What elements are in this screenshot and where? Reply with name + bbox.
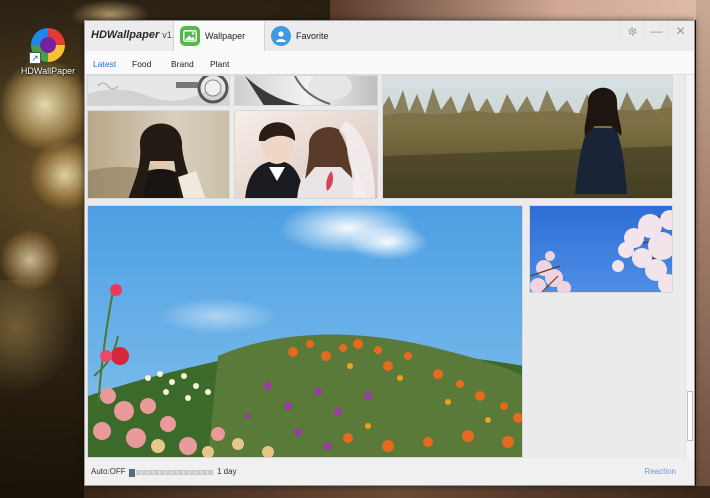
gear-icon xyxy=(628,27,637,35)
slider-handle[interactable] xyxy=(129,469,135,477)
desktop-background-strip xyxy=(84,486,710,498)
settings-button[interactable] xyxy=(620,21,644,41)
reaction-link[interactable]: Reaction xyxy=(644,467,676,476)
background-necklace xyxy=(0,280,80,400)
close-button[interactable]: ✕ xyxy=(668,21,692,41)
wallpaper-thumbnail[interactable] xyxy=(234,75,378,106)
window-controls: — ✕ xyxy=(620,21,692,41)
title-bar[interactable]: HDWallpaper v1.0 Wallpaper Favorite — ✕ xyxy=(85,21,694,51)
tab-favorite[interactable]: Favorite xyxy=(265,21,357,51)
scrollbar-thumb[interactable] xyxy=(687,391,693,441)
picture-icon xyxy=(180,26,200,46)
tab-favorite-label: Favorite xyxy=(296,31,329,41)
app-logo-icon: ↗ xyxy=(29,28,65,64)
wallpaper-grid xyxy=(85,75,685,458)
minimize-button[interactable]: — xyxy=(644,21,668,41)
tab-wallpaper-label: Wallpaper xyxy=(205,31,246,41)
category-latest[interactable]: Latest xyxy=(93,59,116,69)
desktop-background-strip xyxy=(696,0,710,498)
interval-slider[interactable] xyxy=(129,469,213,477)
category-brand[interactable]: Brand xyxy=(171,59,194,69)
vertical-scrollbar[interactable] xyxy=(685,75,694,458)
close-icon: ✕ xyxy=(675,24,686,38)
desktop-shortcut-label: HDWallPaper xyxy=(20,66,76,76)
shortcut-arrow-icon: ↗ xyxy=(29,52,41,64)
wallpaper-thumbnail[interactable] xyxy=(87,75,230,106)
category-food[interactable]: Food xyxy=(132,59,151,69)
wallpaper-thumbnail[interactable] xyxy=(87,110,230,199)
app-window: HDWallpaper v1.0 Wallpaper Favorite — ✕ L… xyxy=(84,20,695,486)
user-icon xyxy=(271,26,291,46)
auto-change-status[interactable]: Auto:OFF xyxy=(91,467,126,476)
desktop-shortcut-hdwallpaper[interactable]: ↗ HDWallPaper xyxy=(18,28,78,76)
status-bar: Auto:OFF 1 day Reaction xyxy=(85,458,694,485)
wallpaper-thumbnail[interactable] xyxy=(529,205,673,293)
category-bar: Latest Food Brand Plant xyxy=(85,51,694,75)
desktop-background-strip xyxy=(330,0,710,20)
wallpaper-thumbnail[interactable] xyxy=(382,75,673,199)
interval-label: 1 day xyxy=(217,467,237,476)
tab-wallpaper[interactable]: Wallpaper xyxy=(173,21,265,51)
minimize-icon: — xyxy=(650,24,663,38)
category-plant[interactable]: Plant xyxy=(210,59,229,69)
wallpaper-thumbnail[interactable] xyxy=(87,205,523,458)
app-title: HDWallpaper v1.0 xyxy=(91,29,180,41)
wallpaper-thumbnail[interactable] xyxy=(234,110,378,199)
